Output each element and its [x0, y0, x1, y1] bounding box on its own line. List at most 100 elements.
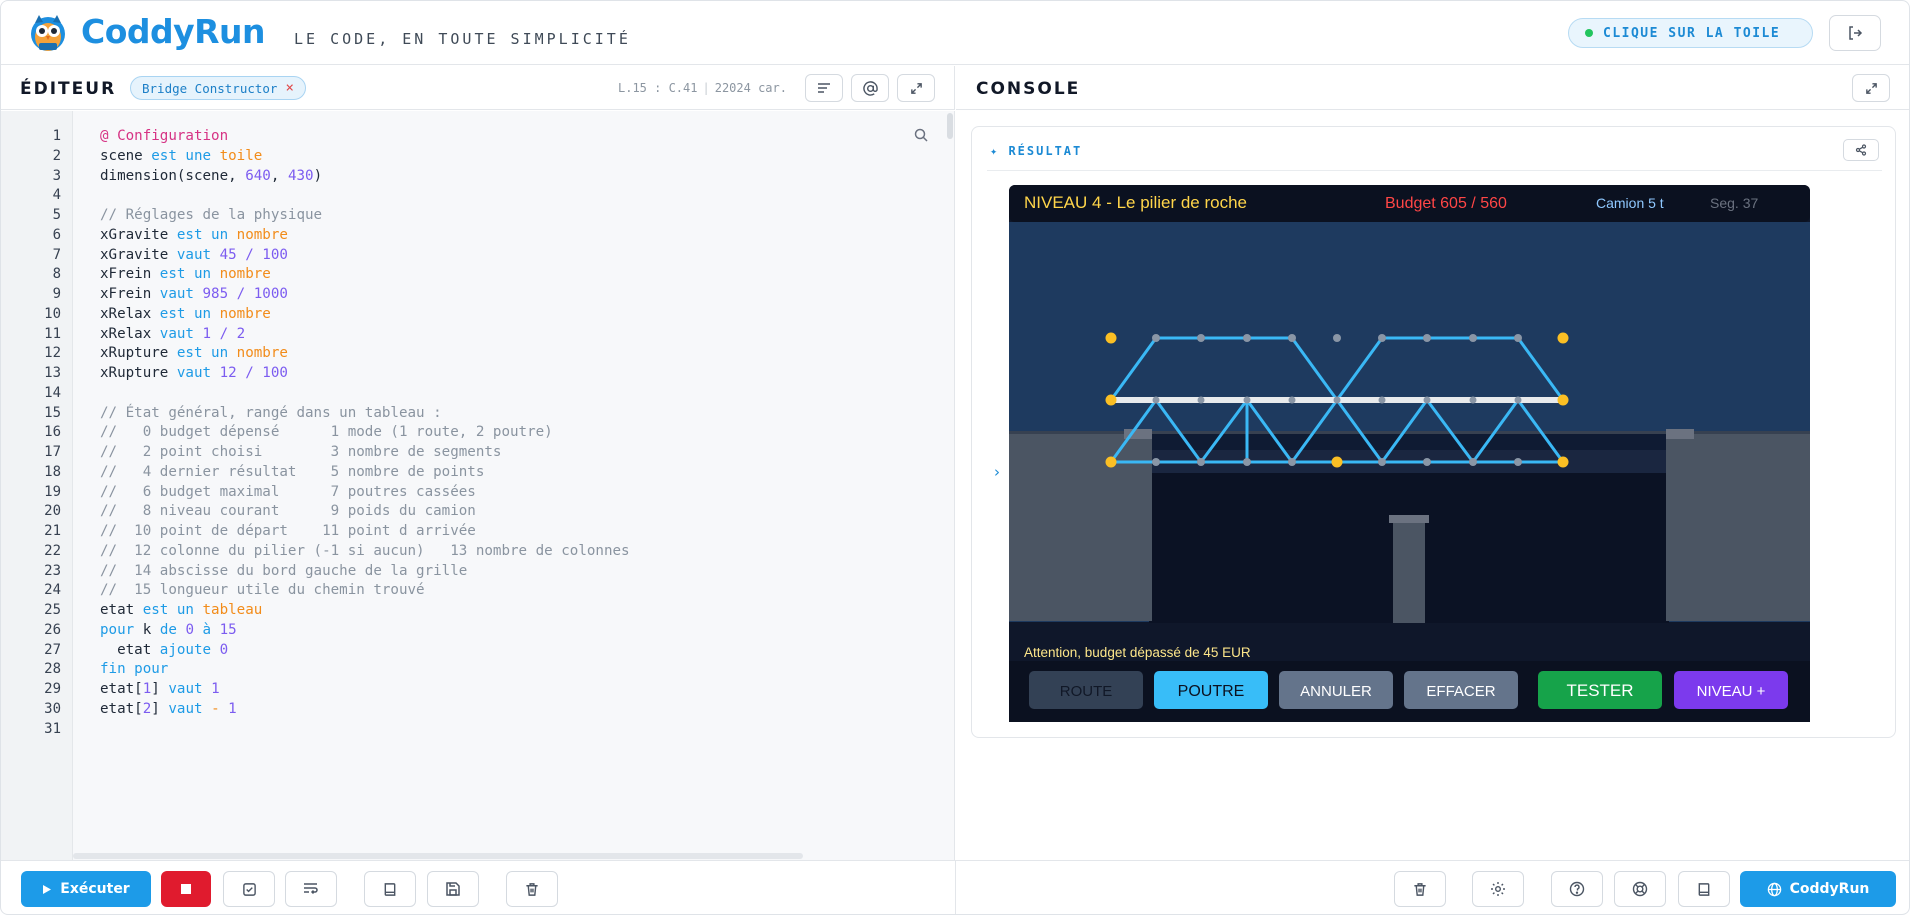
grid-node[interactable] — [1197, 396, 1205, 404]
grid-node[interactable] — [1152, 396, 1160, 404]
snippet-button[interactable] — [851, 74, 889, 102]
anchor-node[interactable] — [1105, 332, 1117, 344]
grid-node[interactable] — [1469, 334, 1477, 342]
chevron-right-icon[interactable]: › — [994, 463, 1000, 481]
code-line[interactable]: etat[1] vaut 1 — [100, 681, 220, 697]
grid-node[interactable] — [1423, 458, 1431, 466]
support-button[interactable] — [1614, 871, 1666, 907]
code-line[interactable]: fin pour — [100, 661, 168, 677]
search-icon[interactable] — [913, 127, 929, 143]
code-token: fin pour — [100, 661, 169, 678]
grid-node[interactable] — [1197, 458, 1205, 466]
game-canvas[interactable]: NIVEAU 4 - Le pilier de roche Budget 605… — [1009, 185, 1810, 722]
code-line[interactable]: xGravite est un nombre — [100, 227, 288, 243]
logout-button[interactable] — [1829, 15, 1881, 51]
code-line[interactable]: pour k de 0 à 15 — [100, 622, 237, 638]
horizontal-scrollbar[interactable] — [73, 853, 803, 859]
grid-node[interactable] — [1469, 458, 1477, 466]
vertical-scrollbar[interactable] — [947, 113, 953, 139]
grid-node[interactable] — [1243, 396, 1251, 404]
grid-node[interactable] — [1197, 334, 1205, 342]
grid-node[interactable] — [1333, 396, 1341, 404]
code-editor[interactable]: 1 2 3 4 5 6 7 8 9 10 11 12 13 14 15 16 17 18 19 20 21 22 23 24 2… — [1, 111, 955, 860]
clear-button[interactable]: EFFACER — [1404, 671, 1518, 709]
grid-node[interactable] — [1288, 396, 1296, 404]
share-button[interactable] — [1843, 139, 1879, 161]
code-line[interactable]: xRupture est un nombre — [100, 345, 288, 361]
expand-console-button[interactable] — [1852, 74, 1890, 102]
save-button[interactable] — [427, 871, 479, 907]
beam-mode-button[interactable]: POUTRE — [1154, 671, 1268, 709]
grid-node[interactable] — [1514, 396, 1522, 404]
stop-button[interactable] — [161, 871, 211, 907]
line-number: 1 — [52, 128, 61, 144]
code-line[interactable]: dimension(scene, 640, 430) — [100, 168, 322, 184]
grid-node[interactable] — [1378, 334, 1386, 342]
code-line[interactable]: // 15 longueur utile du chemin trouvé — [100, 582, 425, 598]
help-button[interactable] — [1551, 871, 1603, 907]
wrap-button[interactable] — [285, 871, 337, 907]
coddyrun-site-button[interactable]: CoddyRun — [1740, 871, 1896, 907]
grid-node[interactable] — [1288, 334, 1296, 342]
expand-editor-button[interactable] — [897, 74, 935, 102]
run-button[interactable]: Exécuter — [21, 871, 151, 907]
code-line[interactable]: // 8 niveau courant 9 poids du camion — [100, 503, 476, 519]
anchor-node[interactable] — [1557, 394, 1569, 406]
code-token: // Réglages de la physique — [100, 207, 323, 223]
anchor-node[interactable] — [1557, 456, 1569, 468]
anchor-node[interactable] — [1105, 394, 1117, 406]
grid-node[interactable] — [1514, 458, 1522, 466]
next-level-button[interactable]: NIVEAU + — [1674, 671, 1788, 709]
budget-warning: Attention, budget dépassé de 45 EUR — [1024, 645, 1251, 660]
code-line[interactable]: xFrein est un nombre — [100, 266, 271, 282]
code-line[interactable]: scene est une toile — [100, 148, 262, 164]
code-line[interactable]: xRupture vaut 12 / 100 — [100, 365, 288, 381]
road-mode-button[interactable]: ROUTE — [1029, 671, 1143, 709]
grid-node[interactable] — [1243, 458, 1251, 466]
code-line[interactable]: xGravite vaut 45 / 100 — [100, 247, 288, 263]
code-line[interactable]: // 10 point de départ 11 point d arrivée — [100, 523, 476, 539]
code-line[interactable]: // 0 budget dépensé 1 mode (1 route, 2 p… — [100, 424, 553, 440]
grid-node[interactable] — [1514, 334, 1522, 342]
grid-node[interactable] — [1378, 458, 1386, 466]
code-token: vaut — [176, 246, 220, 263]
anchor-node[interactable] — [1557, 332, 1569, 344]
delete-code-button[interactable] — [506, 871, 558, 907]
code-line[interactable]: xFrein vaut 985 / 1000 — [100, 286, 288, 302]
grid-node[interactable] — [1378, 396, 1386, 404]
code-line[interactable]: // 12 colonne du pilier (-1 si aucun) 13… — [100, 543, 630, 559]
grid-node[interactable] — [1423, 396, 1431, 404]
check-button[interactable] — [223, 871, 275, 907]
code-line[interactable]: etat ajoute 0 — [100, 642, 228, 658]
anchor-node[interactable] — [1105, 456, 1117, 468]
grid-node[interactable] — [1469, 396, 1477, 404]
grid-node[interactable] — [1288, 458, 1296, 466]
format-button[interactable] — [805, 74, 843, 102]
test-button[interactable]: TESTER — [1538, 671, 1662, 709]
docs-button[interactable] — [364, 871, 416, 907]
code-line[interactable]: // Réglages de la physique — [100, 207, 322, 223]
grid-node[interactable] — [1423, 334, 1431, 342]
close-tab-icon[interactable]: × — [285, 80, 293, 96]
code-line[interactable]: xRelax vaut 1 / 2 — [100, 326, 245, 342]
grid-node[interactable] — [1152, 334, 1160, 342]
code-line[interactable]: etat[2] vaut - 1 — [100, 701, 237, 717]
code-line[interactable]: etat est un tableau — [100, 602, 262, 618]
code-token: vaut — [168, 700, 212, 717]
manual-button[interactable] — [1678, 871, 1730, 907]
code-line[interactable]: @ Configuration — [100, 128, 228, 144]
anchor-node[interactable] — [1331, 456, 1343, 468]
undo-button[interactable]: ANNULER — [1279, 671, 1393, 709]
code-line[interactable]: // 2 point choisi 3 nombre de segments — [100, 444, 501, 460]
clear-console-button[interactable] — [1394, 871, 1446, 907]
grid-node[interactable] — [1333, 334, 1341, 342]
code-line[interactable]: // État général, rangé dans un tableau : — [100, 405, 442, 421]
file-tab[interactable]: Bridge Constructor × — [130, 76, 306, 100]
grid-node[interactable] — [1152, 458, 1160, 466]
code-line[interactable]: // 14 abscisse du bord gauche de la gril… — [100, 563, 467, 579]
code-line[interactable]: // 4 dernier résultat 5 nombre de points — [100, 464, 484, 480]
code-line[interactable]: xRelax est un nombre — [100, 306, 271, 322]
grid-node[interactable] — [1243, 334, 1251, 342]
code-line[interactable]: // 6 budget maximal 7 poutres cassées — [100, 484, 476, 500]
settings-button[interactable] — [1472, 871, 1524, 907]
